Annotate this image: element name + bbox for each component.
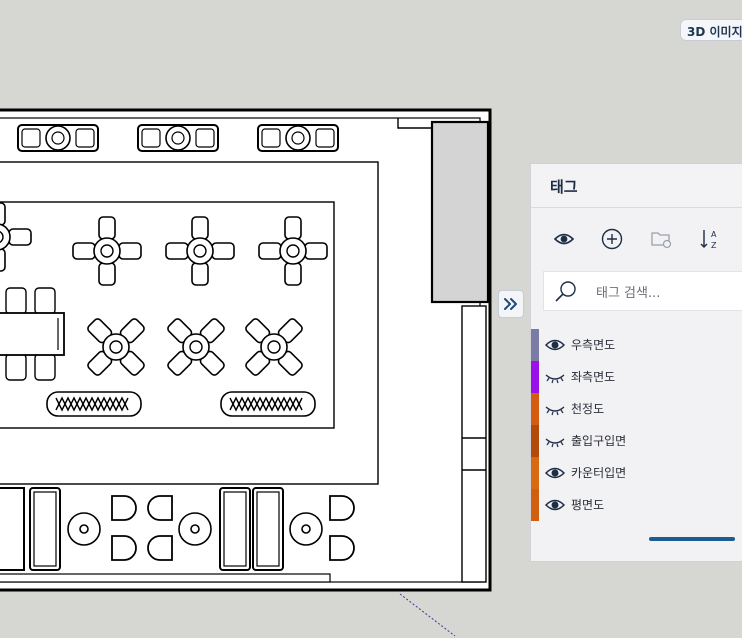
toggle-visibility-button[interactable] [552,227,576,251]
expand-panel-button[interactable] [498,290,524,318]
svg-text:A: A [711,230,717,239]
add-tag-folder-button[interactable] [649,227,673,251]
scene-tab-badge[interactable]: 3D 이미지 [680,19,742,41]
svg-text:Z: Z [711,241,717,250]
search-icon [555,281,576,302]
tag-panel-header: 태그 [531,164,742,208]
sort-tags-button[interactable]: A Z [698,227,722,251]
folder-add-icon [651,232,672,249]
tag-row[interactable]: 카운터입면 [531,457,742,489]
sort-az-icon: A Z [700,230,717,250]
panel-scrollbar[interactable] [649,537,735,541]
eye-icon [554,233,574,245]
tag-color-swatch[interactable] [531,393,539,425]
tag-label: 평면도 [571,498,605,512]
tag-toolbar: A Z [531,208,742,270]
tag-label: 출입구입면 [571,434,627,448]
tag-row[interactable]: 평면도 [531,489,742,521]
tag-row[interactable]: 천정도 [531,393,742,425]
eye-icon[interactable] [544,465,566,481]
add-tag-button[interactable] [600,227,624,251]
eye-closed-icon[interactable] [544,433,566,449]
tag-row[interactable]: 출입구입면 [531,425,742,457]
tag-label: 천정도 [571,402,605,416]
tag-color-swatch[interactable] [531,361,539,393]
double-chevron-right-icon [504,298,517,310]
tag-color-swatch[interactable] [531,489,539,521]
add-circle-icon [601,228,623,250]
tag-search-input[interactable] [594,282,742,304]
tag-panel-title: 태그 [550,178,578,196]
tag-color-swatch[interactable] [531,457,539,489]
tag-label: 카운터입면 [571,466,627,480]
tag-color-swatch[interactable] [531,329,539,361]
tag-row[interactable]: 우측면도 [531,329,742,361]
tag-list: 우측면도좌측면도천정도출입구입면카운터입면평면도 [531,329,742,521]
eye-icon[interactable] [544,497,566,513]
tag-panel: 태그 A Z 태그 검색... 우측면도 좌측면도 천정도 출입구입면 카운터입… [530,163,742,562]
eye-closed-icon[interactable] [544,369,566,385]
tag-label: 우측면도 [571,338,616,352]
eye-closed-icon[interactable] [544,401,566,417]
tag-row[interactable]: 좌측면도 [531,361,742,393]
tag-color-swatch[interactable] [531,425,539,457]
tag-search-box [543,271,742,311]
tag-label: 좌측면도 [571,370,616,384]
eye-icon[interactable] [544,337,566,353]
